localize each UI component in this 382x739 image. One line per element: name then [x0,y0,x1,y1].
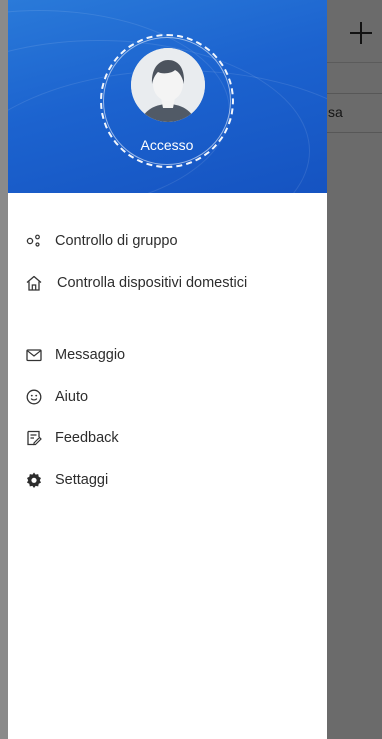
menu-item-label: Feedback [55,430,119,446]
mail-icon [25,346,43,364]
menu-item-feedback[interactable]: Feedback [8,420,327,456]
menu-item-settings[interactable]: Settaggi [8,462,327,498]
left-edge [0,0,8,739]
menu-item-group-control[interactable]: Controllo di gruppo [8,223,327,259]
menu-item-label: Settaggi [55,472,109,488]
menu-item-label: Controllo di gruppo [55,233,178,249]
menu-item-home-devices[interactable]: Controlla dispositivi domestici [8,265,327,301]
navigation-drawer: Accesso Controllo di gruppo Controlla di… [8,0,327,739]
login-label[interactable]: Accesso [100,137,234,153]
menu-item-message[interactable]: Messaggio [8,337,327,373]
group-control-icon [25,232,43,250]
home-icon [25,274,43,292]
gear-icon [25,471,43,489]
menu-item-help[interactable]: Aiuto [8,379,327,415]
menu-item-label: Aiuto [55,389,89,405]
avatar[interactable] [131,48,205,122]
menu-item-label: Messaggio [55,347,126,363]
user-avatar-icon [131,48,205,122]
menu-item-label: Controlla dispositivi domestici [57,275,248,291]
smiley-icon [25,388,43,406]
feedback-icon [25,429,43,447]
drawer-header: Accesso [8,0,327,193]
